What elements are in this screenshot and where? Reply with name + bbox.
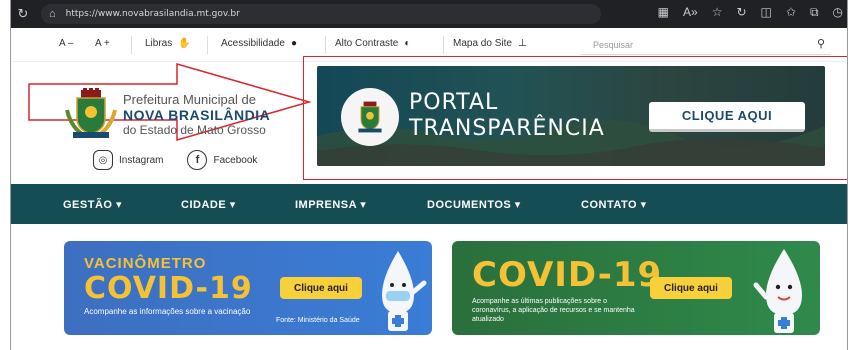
nav-item-imprensa[interactable]: IMPRENSA ▾ (295, 198, 366, 211)
vacinometro-title: VACINÔMETRO (84, 255, 207, 272)
coat-of-arms-icon (358, 101, 382, 133)
nav-item-gestao[interactable]: GESTÃO ▾ (63, 198, 122, 211)
libras-label: Libras (145, 38, 173, 49)
browser-actions: ▦ A» ☆ ↻ ◫ ✩ ⧉ ◷ (658, 5, 843, 20)
favorite-star-icon[interactable]: ☆ (712, 5, 723, 20)
browser-toolbar: ↻ ⌂ https://www.novabrasilandia.mt.gov.b… (11, 0, 847, 28)
search-placeholder: Pesquisar (593, 39, 634, 50)
hand-sign-icon: ✋ (178, 38, 191, 49)
facebook-label: Facebook (213, 154, 258, 166)
instagram-label: Instagram (119, 154, 164, 166)
font-decrease-button[interactable]: A – (59, 38, 73, 49)
nav-item-cidade[interactable]: CIDADE ▾ (181, 198, 236, 211)
site-header: Prefeitura Municipal de NOVA BRASILÂNDIA… (11, 56, 847, 184)
vacinometro-source: Fonte: Ministério da Saúde (276, 317, 360, 324)
instagram-icon: ◎ (93, 150, 113, 170)
divider (131, 36, 132, 54)
libras-button[interactable]: Libras ✋ (145, 38, 191, 49)
grid-icon[interactable]: ▦ (658, 5, 669, 20)
mapa-site-button[interactable]: Mapa do Site ⊥ (453, 38, 527, 49)
divider (207, 36, 208, 54)
banner-seal-logo (341, 88, 399, 146)
main-navigation: GESTÃO ▾ CIDADE ▾ IMPRENSA ▾ DOCUMENTOS … (11, 184, 847, 224)
vacinometro-description: Acompanhe as informações sobre a vacinaç… (84, 307, 251, 316)
social-links: ◎ Instagram f Facebook (93, 150, 257, 170)
covid-description: Acompanhe as últimas publicações sobre o… (472, 298, 635, 323)
facebook-icon: f (187, 150, 208, 170)
search-icon[interactable]: ⚲ (817, 37, 825, 50)
accessibility-icon: ● (290, 38, 297, 49)
font-increase-button[interactable]: A + (95, 38, 110, 49)
facebook-link[interactable]: f Facebook (187, 150, 257, 170)
refresh-icon[interactable]: ↻ (11, 6, 35, 22)
favorites-icon[interactable]: ✩ (786, 5, 796, 20)
covid-clique-aqui-button[interactable]: Clique aqui (650, 277, 732, 299)
browser-window: ↻ ⌂ https://www.novabrasilandia.mt.gov.b… (10, 0, 848, 350)
mapa-site-label: Mapa do Site (453, 38, 512, 49)
address-bar[interactable]: ⌂ https://www.novabrasilandia.mt.gov.br (41, 4, 601, 24)
city-coat-of-arms-logo[interactable] (63, 88, 119, 140)
extension-icon[interactable]: ↻ (736, 5, 746, 20)
search-input[interactable]: Pesquisar ⚲ (581, 35, 831, 55)
acessibilidade-button[interactable]: Acessibilidade ● (221, 38, 297, 49)
split-view-icon[interactable]: ◫ (761, 5, 772, 20)
brand-city-name: NOVA BRASILÂNDIA (123, 107, 271, 123)
brand-line-1: Prefeitura Municipal de (123, 92, 256, 107)
read-aloud-icon[interactable]: A» (683, 5, 698, 20)
contrast-icon: ◐ (404, 38, 411, 49)
history-icon[interactable]: ◷ (833, 5, 843, 20)
vacinometro-covid-title: COVID-19 (84, 271, 253, 306)
url-text[interactable]: https://www.novabrasilandia.mt.gov.br (66, 9, 240, 19)
sitemap-icon: ⊥ (517, 38, 527, 49)
brand-line-3: do Estado de Mato Grosso (123, 123, 266, 137)
acessibilidade-label: Acessibilidade (221, 38, 285, 49)
banner-title-transparencia: TRANSPARÊNCIA (409, 116, 605, 141)
covid-card[interactable]: COVID-19 Acompanhe as últimas publicaçõe… (452, 241, 820, 335)
nav-item-contato[interactable]: CONTATO ▾ (581, 198, 647, 211)
vacinometro-card[interactable]: VACINÔMETRO COVID-19 Acompanhe as inform… (64, 241, 432, 335)
vacinometro-clique-aqui-button[interactable]: Clique aqui (280, 277, 362, 299)
banner-title-portal: PORTAL (409, 90, 499, 115)
lock-icon[interactable]: ⌂ (49, 8, 56, 20)
clique-aqui-button[interactable]: CLIQUE AQUI (649, 102, 805, 132)
alto-contraste-label: Alto Contraste (335, 38, 399, 49)
collections-icon[interactable]: ⧉ (810, 5, 819, 20)
prefeitura-brand[interactable]: Prefeitura Municipal de NOVA BRASILÂNDIA… (123, 92, 270, 137)
drop-mascot-icon (753, 249, 802, 333)
vaccine-drop-mascot-icon (382, 251, 427, 331)
divider (443, 36, 444, 54)
divider (325, 36, 326, 54)
nav-item-documentos[interactable]: DOCUMENTOS ▾ (427, 198, 521, 211)
covid-title: COVID-19 (472, 255, 663, 295)
instagram-link[interactable]: ◎ Instagram (93, 150, 163, 170)
portal-transparencia-banner[interactable]: PORTAL TRANSPARÊNCIA CLIQUE AQUI (317, 66, 825, 166)
alto-contraste-button[interactable]: Alto Contraste ◐ (335, 38, 410, 49)
